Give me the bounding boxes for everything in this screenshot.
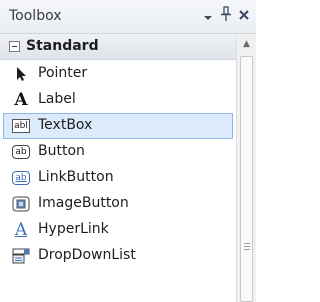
- hyperlink-icon: A: [12, 220, 30, 240]
- label-icon: A: [12, 90, 30, 110]
- window-title: Toolbox: [9, 8, 62, 24]
- scroll-up-icon[interactable]: ▲: [237, 34, 256, 54]
- item-label: TextBox: [38, 117, 93, 133]
- close-icon[interactable]: [235, 6, 253, 26]
- vertical-scrollbar[interactable]: ▲: [236, 34, 256, 302]
- item-label: DropDownList: [38, 247, 136, 263]
- scroll-thumb[interactable]: [240, 56, 253, 302]
- item-label: Pointer: [38, 65, 88, 81]
- toolbox-titlebar: Toolbox: [0, 0, 256, 34]
- pointer-icon: [12, 65, 30, 83]
- collapse-icon[interactable]: [9, 41, 20, 52]
- pin-icon[interactable]: [217, 6, 235, 26]
- imagebutton-icon: [12, 195, 30, 213]
- hyperlink-icon-glyph: A: [14, 220, 28, 240]
- item-label: HyperLink: [38, 221, 109, 237]
- toolbox-item-imagebutton[interactable]: ImageButton: [3, 191, 233, 217]
- linkbutton-icon: ab: [12, 169, 30, 187]
- button-icon: ab: [12, 143, 30, 161]
- scroll-grip-icon: [244, 243, 250, 252]
- textbox-icon-glyph: abl: [12, 119, 30, 133]
- item-label: ImageButton: [38, 195, 129, 211]
- linkbutton-icon-glyph: ab: [12, 171, 30, 185]
- toolbox-item-pointer[interactable]: Pointer: [3, 61, 233, 87]
- toolbox-content: Standard Pointer A Label abl TextBox ab …: [0, 34, 236, 302]
- toolbox-item-textbox[interactable]: abl TextBox: [3, 113, 233, 139]
- textbox-icon: abl: [12, 117, 30, 135]
- category-label: Standard: [26, 38, 99, 54]
- toolbox-item-button[interactable]: ab Button: [3, 139, 233, 165]
- toolbox-item-dropdownlist[interactable]: DropDownList: [3, 243, 233, 269]
- dropdownlist-icon: [12, 247, 30, 265]
- window-position-dropdown-icon[interactable]: [199, 9, 217, 29]
- toolbox-item-linkbutton[interactable]: ab LinkButton: [3, 165, 233, 191]
- toolbox-item-label[interactable]: A Label: [3, 87, 233, 113]
- item-label: Button: [38, 143, 85, 159]
- category-standard[interactable]: Standard: [0, 34, 236, 60]
- item-label: LinkButton: [38, 169, 114, 185]
- label-icon-glyph: A: [14, 90, 28, 110]
- toolbox-item-hyperlink[interactable]: A HyperLink: [3, 217, 233, 243]
- item-label: Label: [38, 91, 76, 107]
- button-icon-glyph: ab: [12, 145, 30, 159]
